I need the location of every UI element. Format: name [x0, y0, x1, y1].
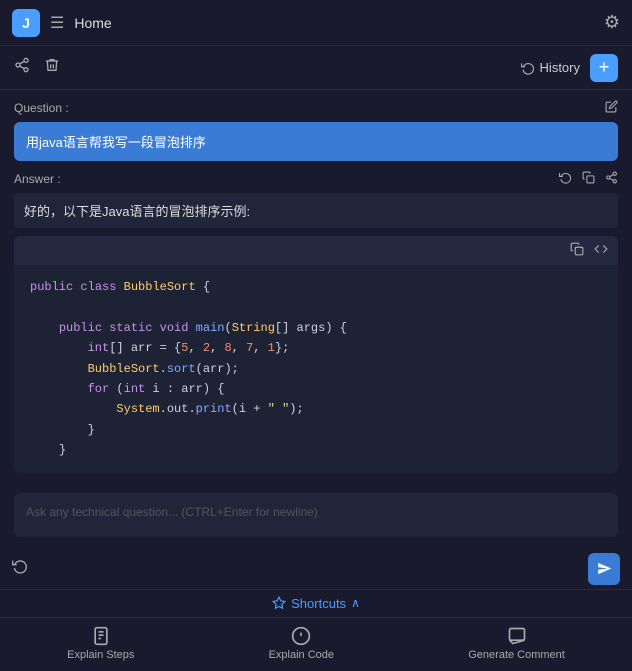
add-button[interactable]: +	[590, 54, 618, 82]
copy-code-button[interactable]	[570, 242, 584, 259]
code-block: public class BubbleSort { public static …	[14, 236, 618, 473]
explain-code-label: Explain Code	[269, 649, 334, 661]
share-button[interactable]	[14, 57, 30, 78]
toolbar-right: History +	[521, 54, 618, 82]
history-button[interactable]: History	[521, 60, 580, 75]
share-answer-button[interactable]	[605, 171, 618, 187]
history-label: History	[540, 60, 580, 75]
question-text: 用java语言帮我写一段冒泡排序	[26, 135, 206, 150]
bottom-nav: Explain Steps Explain Code Generate Comm…	[0, 617, 632, 671]
header: J ☰ Home ⚙	[0, 0, 632, 46]
undo-button[interactable]	[12, 558, 28, 579]
nav-explain-code[interactable]: Explain Code	[269, 626, 334, 661]
nav-explain-steps[interactable]: Explain Steps	[67, 626, 134, 661]
gear-button[interactable]: ⚙	[604, 12, 620, 33]
content: Question : 用java语言帮我写一段冒泡排序 Answer :	[0, 90, 632, 493]
hamburger-icon[interactable]: ☰	[50, 13, 64, 33]
trash-button[interactable]	[44, 57, 60, 78]
question-label: Question :	[14, 101, 69, 115]
header-right: ⚙	[604, 12, 620, 33]
toolbar: History +	[0, 46, 632, 90]
avatar[interactable]: J	[12, 9, 40, 37]
header-title: Home	[74, 15, 111, 31]
raw-code-button[interactable]	[594, 242, 608, 259]
explain-code-icon	[291, 626, 311, 646]
question-section-label: Question :	[14, 100, 618, 116]
input-section: Ask any technical question... (CTRL+Ente…	[0, 493, 632, 549]
bottom-bar	[0, 549, 632, 589]
question-box: 用java语言帮我写一段冒泡排序	[14, 122, 618, 161]
shortcuts-text: Shortcuts	[291, 596, 346, 611]
shortcuts-label: Shortcuts ∧	[272, 596, 360, 611]
edit-button[interactable]	[605, 100, 618, 116]
answer-section-label: Answer :	[14, 171, 618, 187]
answer-intro: 好的，以下是Java语言的冒泡排序示例:	[14, 193, 618, 228]
input-area[interactable]: Ask any technical question... (CTRL+Ente…	[14, 493, 618, 537]
input-placeholder: Ask any technical question... (CTRL+Ente…	[26, 505, 318, 519]
shortcuts-bar[interactable]: Shortcuts ∧	[0, 589, 632, 617]
code-body: public class BubbleSort { public static …	[14, 265, 618, 473]
explain-steps-label: Explain Steps	[67, 649, 134, 661]
code-header	[14, 236, 618, 265]
generate-comment-label: Generate Comment	[468, 649, 565, 661]
answer-icons	[559, 171, 618, 187]
send-button[interactable]	[588, 553, 620, 585]
copy-answer-button[interactable]	[582, 171, 595, 187]
answer-label: Answer :	[14, 172, 61, 186]
chevron-up-icon: ∧	[351, 596, 360, 610]
header-left: J ☰ Home	[12, 9, 112, 37]
generate-comment-icon	[507, 626, 527, 646]
toolbar-left	[14, 57, 60, 78]
nav-generate-comment[interactable]: Generate Comment	[468, 626, 565, 661]
explain-steps-icon	[91, 626, 111, 646]
refresh-button[interactable]	[559, 171, 572, 187]
shortcuts-icon	[272, 596, 286, 610]
